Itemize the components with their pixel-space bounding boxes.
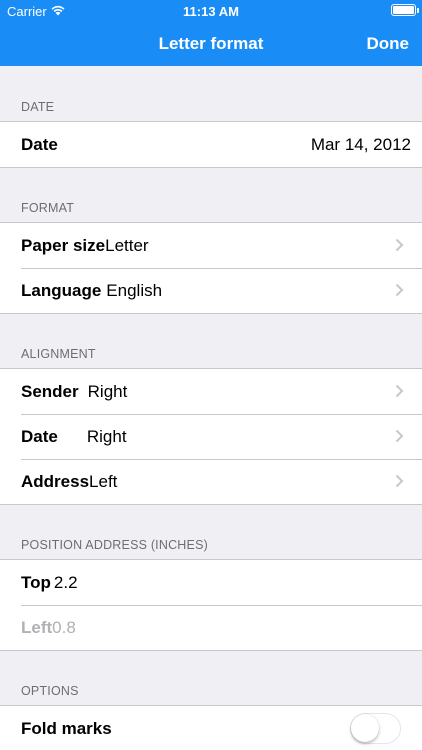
fold-marks-switch[interactable]	[350, 713, 401, 744]
address-value: Left	[89, 471, 118, 491]
left-label: Left	[21, 617, 53, 637]
sender-value: Right	[87, 381, 128, 401]
sender-row[interactable]: Sender Right	[0, 369, 422, 414]
language-value: English	[106, 280, 163, 300]
options-group: Fold marks	[0, 705, 422, 750]
fold-marks-row: Fold marks	[0, 706, 422, 750]
left-value[interactable]: 0.8	[52, 618, 76, 638]
chevron-right-icon	[395, 429, 404, 443]
language-row[interactable]: Language English	[0, 268, 422, 313]
address-label: Address	[21, 471, 90, 491]
chevron-right-icon	[395, 384, 404, 398]
language-label: Language	[21, 280, 102, 300]
date-group: Date Mar 14, 2012	[0, 121, 422, 168]
section-header-alignment: ALIGNMENT	[21, 347, 96, 361]
page-title: Letter format	[158, 34, 264, 53]
paper-size-label: Paper size	[21, 235, 106, 255]
alignment-group: Sender Right Date Right Address Left	[0, 368, 422, 505]
paper-size-value: Letter	[105, 235, 149, 255]
sender-label: Sender	[21, 381, 79, 401]
top-row[interactable]: Top 2.2	[0, 560, 422, 605]
status-time: 11:13 AM	[183, 4, 239, 19]
battery-icon	[391, 4, 419, 16]
alignment-date-row[interactable]: Date Right	[0, 414, 422, 459]
paper-size-row[interactable]: Paper size Letter	[0, 223, 422, 268]
address-row[interactable]: Address Left	[0, 459, 422, 504]
navigation-bar: Letter format Done	[0, 22, 422, 66]
alignment-date-value: Right	[86, 426, 127, 446]
alignment-date-label: Date	[21, 426, 58, 446]
date-value: Mar 14, 2012	[310, 134, 411, 154]
left-row[interactable]: Left 0.8	[0, 605, 422, 650]
chevron-right-icon	[395, 474, 404, 488]
section-header-options: OPTIONS	[21, 684, 79, 698]
date-label: Date	[21, 134, 58, 154]
date-row[interactable]: Date Mar 14, 2012	[0, 122, 422, 167]
switch-knob	[351, 714, 379, 742]
format-group: Paper size Letter Language English	[0, 222, 422, 314]
status-bar: Carrier 11:13 AM	[0, 0, 422, 22]
top-bar: Carrier 11:13 AM Letter format Done	[0, 0, 422, 66]
section-header-date: DATE	[21, 100, 55, 114]
top-value[interactable]: 2.2	[54, 573, 78, 593]
chevron-right-icon	[395, 283, 404, 297]
section-header-format: FORMAT	[21, 201, 75, 215]
done-button[interactable]: Done	[367, 22, 410, 66]
top-label: Top	[21, 572, 51, 592]
chevron-right-icon	[395, 238, 404, 252]
section-header-position: POSITION ADDRESS (INCHES)	[21, 538, 208, 552]
fold-marks-label: Fold marks	[21, 718, 112, 738]
position-group: Top 2.2 Left 0.8	[0, 559, 422, 651]
